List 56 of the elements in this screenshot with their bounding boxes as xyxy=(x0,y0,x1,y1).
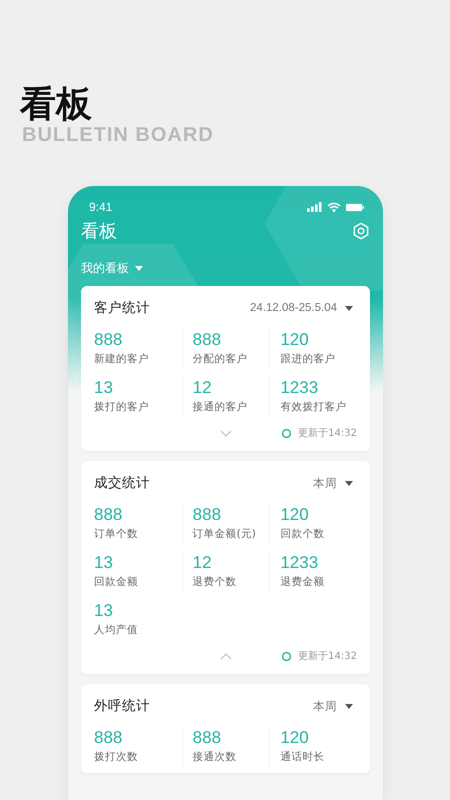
stat-label: 回款金额 xyxy=(94,575,139,590)
card-title: 成交统计 xyxy=(94,474,150,492)
caret-icon xyxy=(345,704,353,708)
caret-icon xyxy=(345,306,353,310)
period-dropdown[interactable]: 本周 xyxy=(313,698,357,714)
stat-label: 退费金额 xyxy=(280,575,326,590)
stat-value: 120 xyxy=(280,728,310,748)
refresh-icon[interactable] xyxy=(281,650,292,662)
stat-label: 订单个数 xyxy=(94,527,139,542)
card-title: 外呼统计 xyxy=(94,697,150,715)
collapse-icon[interactable] xyxy=(220,652,232,660)
caret-icon xyxy=(135,266,143,270)
stat-label: 分配的客户 xyxy=(192,352,249,367)
stat-value: 12 xyxy=(192,553,213,573)
signal-icon xyxy=(307,202,322,212)
stat-label: 拨打的客户 xyxy=(94,400,150,415)
settings-icon[interactable] xyxy=(352,222,370,240)
stat-label: 接通次数 xyxy=(192,750,238,765)
stat-value: 888 xyxy=(94,505,124,525)
stat-value: 888 xyxy=(94,728,124,748)
stat-label: 回款个数 xyxy=(280,527,326,542)
update-time: 更新于14:32 xyxy=(298,426,357,440)
stat-value: 1233 xyxy=(280,553,320,573)
status-time: 9:41 xyxy=(89,200,112,214)
stat-value: 12 xyxy=(192,378,213,398)
stat-label: 新建的客户 xyxy=(94,352,150,367)
stat-label: 有效拨打客户 xyxy=(280,400,348,415)
stat-value: 888 xyxy=(192,728,222,748)
stat-label: 退费个数 xyxy=(192,575,238,590)
stat-label: 通话时长 xyxy=(280,750,326,765)
board-dropdown[interactable]: 我的看板 xyxy=(81,258,143,278)
stat-value: 13 xyxy=(94,378,114,398)
update-time: 更新于14:32 xyxy=(298,650,357,663)
page-title: 看板 xyxy=(20,86,93,124)
card-title: 客户统计 xyxy=(94,299,150,317)
stat-value: 13 xyxy=(94,553,114,573)
stat-label: 人均产值 xyxy=(94,623,139,638)
period-dropdown[interactable]: 本周 xyxy=(313,476,357,490)
stat-value: 1233 xyxy=(280,378,320,398)
expand-icon[interactable] xyxy=(220,430,232,436)
period-dropdown[interactable]: 24.12.08-25.5.04 xyxy=(250,302,357,314)
stat-value: 888 xyxy=(192,505,222,525)
stat-label: 接通的客户 xyxy=(192,400,249,415)
stat-value: 120 xyxy=(280,505,310,525)
wifi-icon xyxy=(327,202,341,212)
stat-value: 888 xyxy=(192,330,222,350)
stat-label: 拨打次数 xyxy=(94,750,139,765)
stat-value: 888 xyxy=(94,330,124,350)
screen-title: 看板 xyxy=(81,220,117,243)
stat-value: 13 xyxy=(94,601,114,621)
refresh-icon[interactable] xyxy=(281,428,292,438)
stat-value: 120 xyxy=(280,330,310,350)
stat-label: 跟进的客户 xyxy=(280,352,336,367)
caret-icon xyxy=(345,480,353,486)
battery-icon xyxy=(346,202,364,212)
stat-label: 订单金额(元) xyxy=(192,527,257,542)
